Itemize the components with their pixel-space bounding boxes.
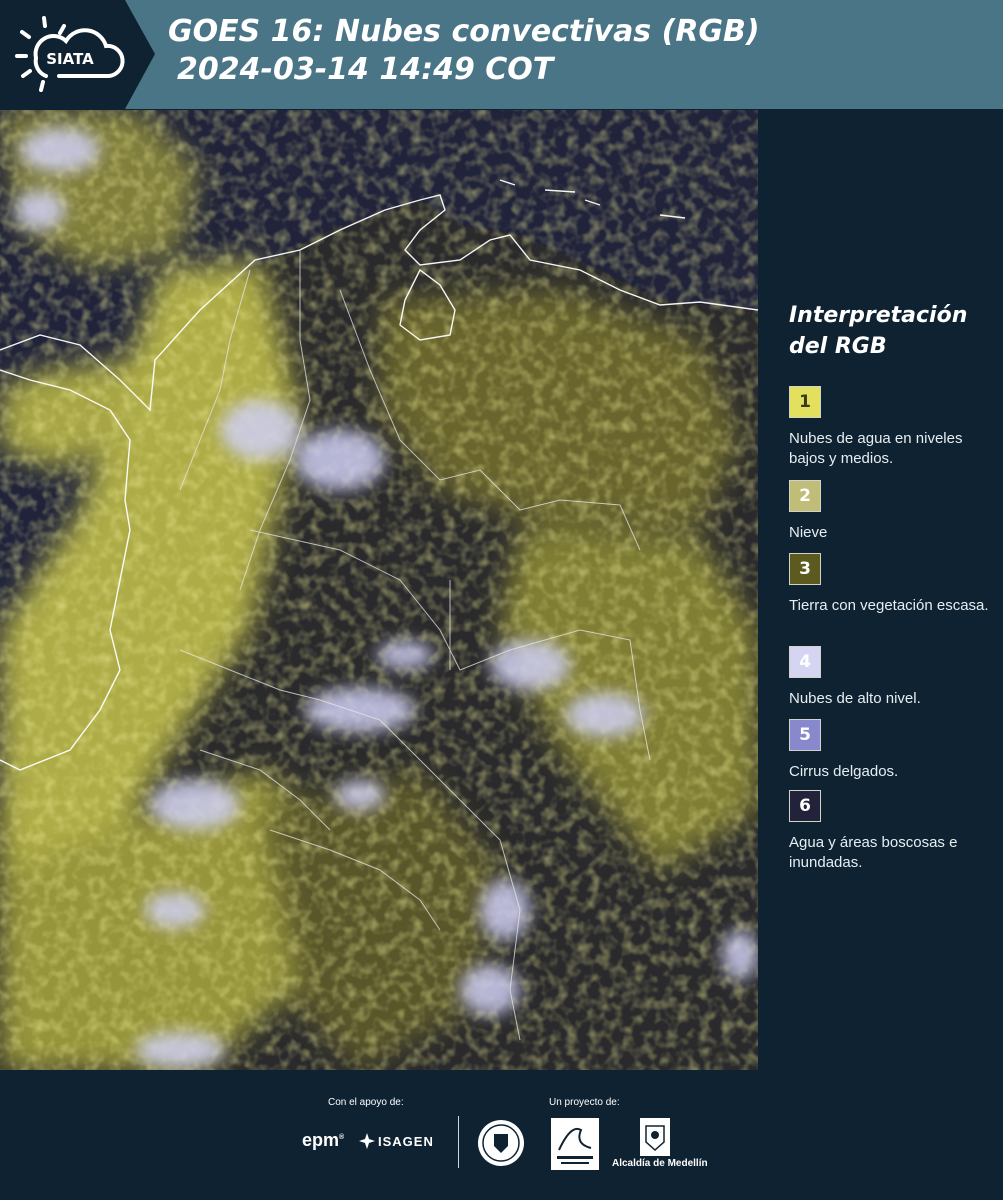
project-label: Un proyecto de:: [549, 1097, 620, 1108]
legend-swatch: 4: [789, 646, 821, 678]
legend-number: 1: [799, 392, 811, 412]
legend-number: 5: [799, 725, 811, 745]
logo-text: SIATA: [46, 50, 94, 68]
legend-number: 3: [799, 559, 811, 579]
legend-title-line1: Interpretación: [789, 303, 968, 328]
siata-logo-block: SIATA: [0, 0, 155, 109]
medellin-seal-icon: [478, 1120, 524, 1166]
area-metropolitana-logo: [551, 1118, 599, 1170]
alcaldia-medellin-logo: [640, 1118, 670, 1156]
sun-cloud-icon: SIATA: [15, 16, 125, 92]
legend-swatch: 5: [789, 719, 821, 751]
isagen-logo: ISAGEN: [378, 1134, 434, 1149]
satellite-image: [0, 110, 758, 1070]
epm-logo: epm®: [302, 1130, 345, 1150]
footer: Con el apoyo de: Un proyecto de: epm® IS…: [0, 1070, 1003, 1200]
legend-title-line2: del RGB: [789, 334, 887, 359]
page-timestamp: 2024-03-14 14:49 COT: [177, 52, 554, 87]
support-label: Con el apoyo de:: [328, 1097, 404, 1108]
legend-label: Nieve: [789, 524, 828, 541]
legend-label: Nubes de agua en niveles bajos y medios.: [789, 430, 963, 467]
legend-number: 2: [799, 486, 811, 506]
alcaldia-text: Alcaldía de Medellín: [612, 1158, 708, 1169]
legend-number: 4: [799, 652, 811, 672]
legend-item: 2 Nieve: [789, 480, 989, 543]
epm-logo-text: epm: [302, 1130, 340, 1150]
legend-item: 3 Tierra con vegetación escasa.: [789, 553, 989, 616]
footer-divider: [458, 1116, 459, 1168]
legend-item: 1 Nubes de agua en niveles bajos y medio…: [789, 386, 989, 469]
legend-label: Tierra con vegetación escasa.: [789, 597, 989, 614]
legend-label: Nubes de alto nivel.: [789, 690, 921, 707]
legend-label: Cirrus delgados.: [789, 763, 899, 780]
legend-swatch: 2: [789, 480, 821, 512]
legend-number: 6: [799, 796, 811, 816]
page-title: GOES 16: Nubes convectivas (RGB): [168, 14, 760, 49]
legend-panel: Interpretación del RGB 1 Nubes de agua e…: [758, 110, 1003, 1070]
legend-swatch: 3: [789, 553, 821, 585]
legend-swatch: 6: [789, 790, 821, 822]
legend-label: Agua y áreas boscosas e inundadas.: [789, 834, 958, 871]
legend-title: Interpretación del RGB: [789, 300, 967, 362]
legend-item: 4 Nubes de alto nivel.: [789, 646, 989, 709]
header-bar: SIATA GOES 16: Nubes convectivas (RGB) 2…: [0, 0, 1003, 109]
satellite-map: [0, 110, 758, 1070]
legend-item: 6 Agua y áreas boscosas e inundadas.: [789, 790, 989, 873]
isagen-icon: [359, 1133, 375, 1149]
legend-item: 5 Cirrus delgados.: [789, 719, 989, 782]
legend-swatch: 1: [789, 386, 821, 418]
